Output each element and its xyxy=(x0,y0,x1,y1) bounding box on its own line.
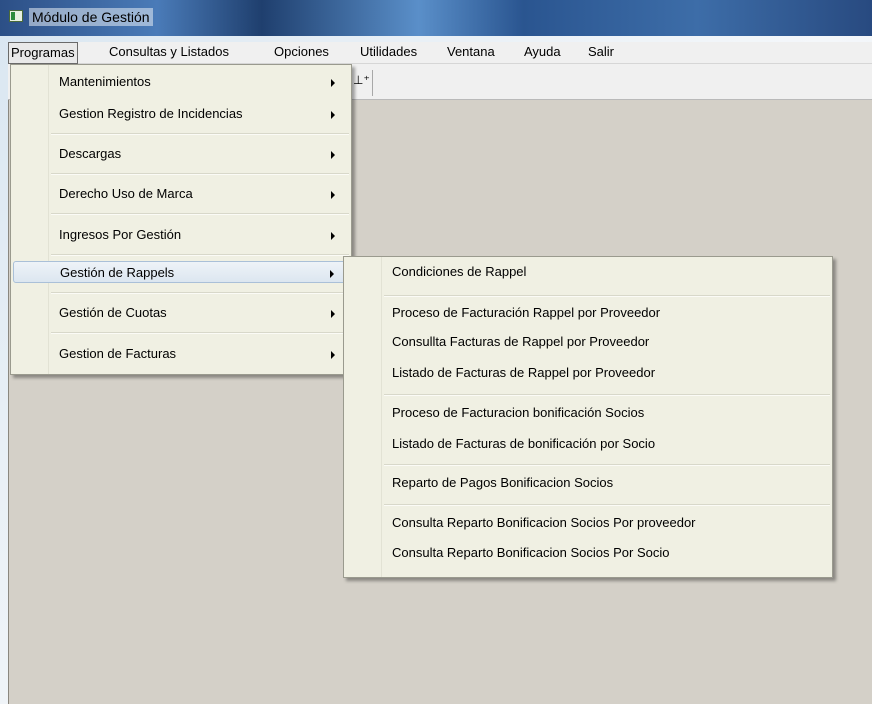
menu-item-gestion-cuotas[interactable]: Gestión de Cuotas xyxy=(13,302,349,324)
menu-separator xyxy=(51,173,349,175)
menu-item-label: Gestión de Rappels xyxy=(60,265,175,280)
menu-item-derecho-uso-marca[interactable]: Derecho Uso de Marca xyxy=(13,183,349,205)
submenu-arrow-icon xyxy=(331,310,335,318)
menu-opciones[interactable]: Opciones xyxy=(272,42,331,64)
submenu-arrow-icon xyxy=(331,232,335,240)
app-icon[interactable] xyxy=(9,10,23,22)
rappels-submenu: Condiciones de Rappel Proceso de Factura… xyxy=(343,256,833,578)
menu-separator xyxy=(51,213,349,215)
menu-item-label: Gestión de Cuotas xyxy=(59,305,167,320)
submenu-arrow-icon xyxy=(331,351,335,359)
menu-item-gestion-rappels[interactable]: Gestión de Rappels xyxy=(13,261,349,283)
menu-item-label: Consulta Reparto Bonificacion Socios Por… xyxy=(392,545,670,560)
menu-utilidades[interactable]: Utilidades xyxy=(358,42,419,64)
menu-item-label: Reparto de Pagos Bonificacion Socios xyxy=(392,475,614,490)
menu-item-descargas[interactable]: Descargas xyxy=(13,143,349,165)
menu-item-label: Descargas xyxy=(59,146,122,161)
menu-item-listado-facturas-rappel[interactable]: Listado de Facturas de Rappel por Provee… xyxy=(346,362,830,384)
programas-dropdown: Mantenimientos Gestion Registro de Incid… xyxy=(10,64,352,375)
menu-item-listado-facturas-bonificacion[interactable]: Listado de Facturas de bonificación por … xyxy=(346,433,830,455)
menu-item-mantenimientos[interactable]: Mantenimientos xyxy=(13,71,349,93)
menu-item-gestion-facturas[interactable]: Gestion de Facturas xyxy=(13,343,349,365)
menu-item-condiciones-rappel[interactable]: Condiciones de Rappel xyxy=(346,261,830,283)
submenu-arrow-icon xyxy=(331,111,335,119)
menu-salir[interactable]: Salir xyxy=(586,42,616,64)
menu-separator xyxy=(51,332,349,334)
menu-separator xyxy=(51,292,349,294)
menu-item-proceso-facturacion-bonificacion[interactable]: Proceso de Facturacion bonificación Soci… xyxy=(346,402,830,424)
submenu-arrow-icon xyxy=(330,270,334,278)
menu-item-label: Derecho Uso de Marca xyxy=(59,186,193,201)
menu-item-proceso-facturacion-rappel[interactable]: Proceso de Facturación Rappel por Provee… xyxy=(346,302,830,324)
menu-item-consulta-reparto-proveedor[interactable]: Consulta Reparto Bonificacion Socios Por… xyxy=(346,512,830,534)
window-title: Módulo de Gestión xyxy=(29,8,153,26)
menu-consultas-listados[interactable]: Consultas y Listados xyxy=(107,42,231,64)
title-bar[interactable]: Módulo de Gestión xyxy=(0,0,872,36)
menu-item-label: Listado de Facturas de Rappel por Provee… xyxy=(392,365,656,380)
menu-item-label: Gestion Registro de Incidencias xyxy=(59,106,243,121)
menu-ventana[interactable]: Ventana xyxy=(445,42,497,64)
submenu-arrow-icon xyxy=(331,191,335,199)
menu-item-gestion-registro-incidencias[interactable]: Gestion Registro de Incidencias xyxy=(13,103,349,125)
menu-item-label: Mantenimientos xyxy=(59,74,151,89)
toolbar-add-icon[interactable]: ⊥⁺ xyxy=(353,73,370,87)
submenu-arrow-icon xyxy=(331,79,335,87)
menu-item-ingresos-por-gestion[interactable]: Ingresos Por Gestión xyxy=(13,224,349,246)
menu-item-label: Proceso de Facturacion bonificación Soci… xyxy=(392,405,645,420)
menu-ayuda[interactable]: Ayuda xyxy=(522,42,563,64)
menu-separator xyxy=(384,394,830,396)
menu-item-label: Ingresos Por Gestión xyxy=(59,227,182,242)
menu-separator xyxy=(384,464,830,466)
menu-bar: Programas Consultas y Listados Opciones … xyxy=(8,42,872,64)
menu-programas[interactable]: Programas xyxy=(8,42,78,64)
menu-item-label: Consulta Reparto Bonificacion Socios Por… xyxy=(392,515,696,530)
menu-item-label: Gestion de Facturas xyxy=(59,346,177,361)
menu-item-reparto-pagos-bonificacion[interactable]: Reparto de Pagos Bonificacion Socios xyxy=(346,472,830,494)
menu-item-label: Consullta Facturas de Rappel por Proveed… xyxy=(392,334,650,349)
menu-item-consulta-facturas-rappel[interactable]: Consullta Facturas de Rappel por Proveed… xyxy=(346,331,830,353)
menu-item-label: Listado de Facturas de bonificación por … xyxy=(392,436,656,451)
menu-separator xyxy=(384,295,830,297)
toolbar-separator xyxy=(372,70,373,96)
menu-separator xyxy=(384,504,830,506)
menu-item-label: Proceso de Facturación Rappel por Provee… xyxy=(392,305,661,320)
submenu-arrow-icon xyxy=(331,151,335,159)
menu-separator xyxy=(51,254,349,256)
menu-separator xyxy=(51,133,349,135)
menu-item-label: Condiciones de Rappel xyxy=(392,264,527,279)
menu-item-consulta-reparto-socio[interactable]: Consulta Reparto Bonificacion Socios Por… xyxy=(346,542,830,564)
